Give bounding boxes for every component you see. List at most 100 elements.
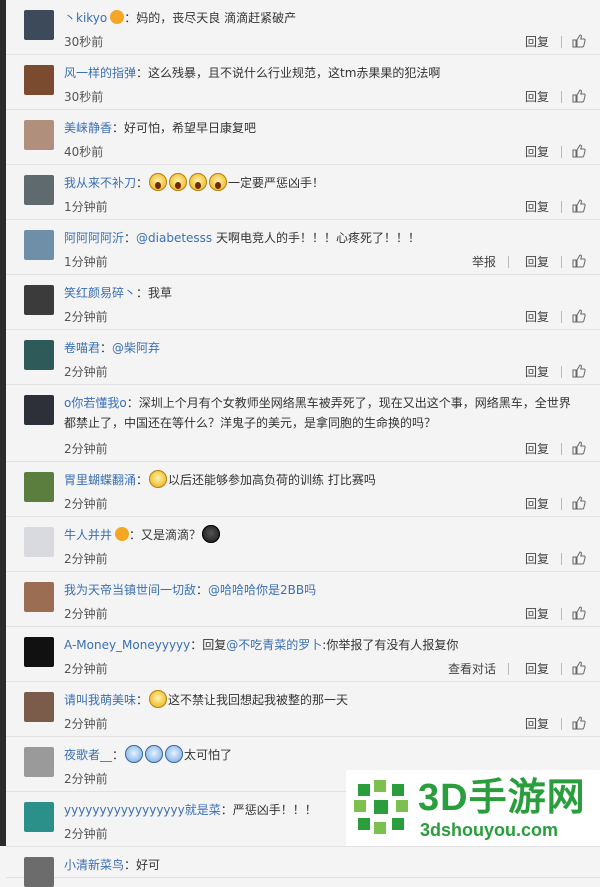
comment-username[interactable]: 风一样的指弹 xyxy=(64,66,136,80)
reply-button[interactable]: 回复 xyxy=(525,364,549,380)
comment-username[interactable]: 阿阿阿阿沂 xyxy=(64,231,124,245)
comment-text-line: 请叫我萌美味： 这不禁让我回想起我被整的那一天 xyxy=(64,690,580,710)
mention-link[interactable]: @柴阿弃 xyxy=(112,341,160,355)
like-thumb-icon[interactable] xyxy=(572,144,586,158)
comment-username[interactable]: 我为天帝当镇世间一切敌 xyxy=(64,583,196,597)
reply-button[interactable]: 回复 xyxy=(525,441,549,457)
avatar[interactable] xyxy=(24,10,54,40)
avatar[interactable] xyxy=(24,747,54,777)
comment-timestamp: 2分钟前 xyxy=(64,662,108,676)
action-divider xyxy=(507,663,509,675)
avatar[interactable] xyxy=(24,802,54,832)
comment-item: o你若懂我o：深圳上个月有个女教师坐网络黑车被弄死了，现在又出这个事，网络黑车，… xyxy=(6,385,600,462)
reply-button[interactable]: 回复 xyxy=(525,89,549,105)
like-thumb-icon[interactable] xyxy=(572,661,586,675)
avatar-image xyxy=(24,582,54,612)
comment-username[interactable]: 卷喵君 xyxy=(64,341,100,355)
avatar-image xyxy=(24,175,54,205)
comment-username[interactable]: yyyyyyyyyyyyyyyyy就是菜 xyxy=(64,803,221,817)
comment-timestamp: 1分钟前 xyxy=(64,200,108,214)
comment-text-line: 我从来不补刀： 一定要严惩凶手！ xyxy=(64,173,580,193)
reply-button[interactable]: 回复 xyxy=(525,309,549,325)
like-thumb-icon[interactable] xyxy=(572,441,586,455)
like-thumb-icon[interactable] xyxy=(572,254,586,268)
comment-username[interactable]: 请叫我萌美味 xyxy=(64,693,136,707)
comment-actions: 回复 xyxy=(509,606,586,622)
comment-username[interactable]: 丶kikyo xyxy=(64,11,107,25)
avatar[interactable] xyxy=(24,175,54,205)
avatar[interactable] xyxy=(24,637,54,667)
comment-content: 牛人并井 ：又是滴滴？ xyxy=(64,525,580,545)
comment-text: ：严惩凶手！！！ xyxy=(220,803,317,817)
reply-button[interactable]: 回复 xyxy=(525,716,549,732)
comment-timestamp: 30秒前 xyxy=(64,35,104,49)
mention-link[interactable]: @哈哈哈你是2BB吗 xyxy=(208,583,316,597)
avatar[interactable] xyxy=(24,285,54,315)
comment-timestamp: 1分钟前 xyxy=(64,255,108,269)
comment-username[interactable]: A-Money_Moneyyyyy xyxy=(64,638,190,652)
comment-text: 以后还能够参加高负荷的训练 打比赛吗 xyxy=(168,473,376,487)
avatar[interactable] xyxy=(24,230,54,260)
comment-username[interactable]: 小清新菜鸟 xyxy=(64,858,124,872)
like-thumb-icon[interactable] xyxy=(572,551,586,565)
like-thumb-icon[interactable] xyxy=(572,89,586,103)
avatar[interactable] xyxy=(24,120,54,150)
comment-actions: 查看对话 回复 xyxy=(432,661,586,677)
comment-username[interactable]: 美崃静香 xyxy=(64,121,112,135)
comment-username[interactable]: 牛人并井 xyxy=(64,528,112,542)
watermark-subtitle: 3dshouyou.com xyxy=(420,820,559,840)
comment-actions: 回复 xyxy=(509,309,586,325)
comment-text-line: 卷喵君：@柴阿弃 xyxy=(64,338,580,358)
reply-button[interactable]: 回复 xyxy=(525,551,549,567)
comment-username[interactable]: 胃里蝴蝶翻涌 xyxy=(64,473,136,487)
comment-username[interactable]: 我从来不补刀 xyxy=(64,176,136,190)
reply-button[interactable]: 回复 xyxy=(525,144,549,160)
avatar-image xyxy=(24,857,54,887)
reply-button[interactable]: 回复 xyxy=(525,34,549,50)
avatar[interactable] xyxy=(24,857,54,887)
comment-timestamp: 2分钟前 xyxy=(64,310,108,324)
comment-username[interactable]: o你若懂我o xyxy=(64,396,127,410)
comment-text: ： xyxy=(124,231,137,245)
like-thumb-icon[interactable] xyxy=(572,34,586,48)
reply-button[interactable]: 回复 xyxy=(525,199,549,215)
comment-text-line: 牛人并井 ：又是滴滴？ xyxy=(64,525,580,545)
mention-link[interactable]: @diabetesss xyxy=(136,231,212,245)
like-thumb-icon[interactable] xyxy=(572,199,586,213)
reply-button[interactable]: 回复 xyxy=(525,496,549,512)
like-thumb-icon[interactable] xyxy=(572,606,586,620)
avatar[interactable] xyxy=(24,692,54,722)
reply-button[interactable]: 回复 xyxy=(525,606,549,622)
avatar[interactable] xyxy=(24,582,54,612)
comment-timestamp: 2分钟前 xyxy=(64,552,108,566)
action-divider xyxy=(561,146,562,158)
report-button[interactable]: 举报 xyxy=(472,254,496,270)
comment-timestamp: 2分钟前 xyxy=(64,827,108,841)
comment-username[interactable]: 笑红颜易碎丶 xyxy=(64,286,136,300)
comment-actions: 回复 xyxy=(509,34,586,50)
like-thumb-icon[interactable] xyxy=(572,309,586,323)
like-thumb-icon[interactable] xyxy=(572,716,586,730)
view-conversation-button[interactable]: 查看对话 xyxy=(448,661,496,677)
action-divider xyxy=(561,498,562,510)
like-thumb-icon[interactable] xyxy=(572,364,586,378)
avatar[interactable] xyxy=(24,527,54,557)
avatar[interactable] xyxy=(24,65,54,95)
comment-content: 小清新菜鸟：好可 xyxy=(64,855,580,875)
mention-link[interactable]: @不吃青菜的罗卜 xyxy=(226,638,322,652)
avatar[interactable] xyxy=(24,472,54,502)
comment-content: 夜歌者__： 太可怕了 xyxy=(64,745,580,765)
reply-button[interactable]: 回复 xyxy=(525,254,549,270)
comment-actions: 回复 xyxy=(509,364,586,380)
reply-button[interactable]: 回复 xyxy=(525,661,549,677)
comment-username[interactable]: 夜歌者__ xyxy=(64,748,112,762)
comment-text-line: 丶kikyo ：妈的，丧尽天良 滴滴赶紧破产 xyxy=(64,8,580,28)
avatar[interactable] xyxy=(24,395,54,425)
avatar[interactable] xyxy=(24,340,54,370)
like-thumb-icon[interactable] xyxy=(572,496,586,510)
comment-timestamp: 2分钟前 xyxy=(64,607,108,621)
comment-text: ：好可怕，希望早日康复吧 xyxy=(112,121,257,135)
comment-content: 美崃静香：好可怕，希望早日康复吧 xyxy=(64,118,580,138)
comment-actions: 回复 xyxy=(509,441,586,457)
comment-text: 这不禁让我回想起我被整的那一天 xyxy=(168,693,349,707)
